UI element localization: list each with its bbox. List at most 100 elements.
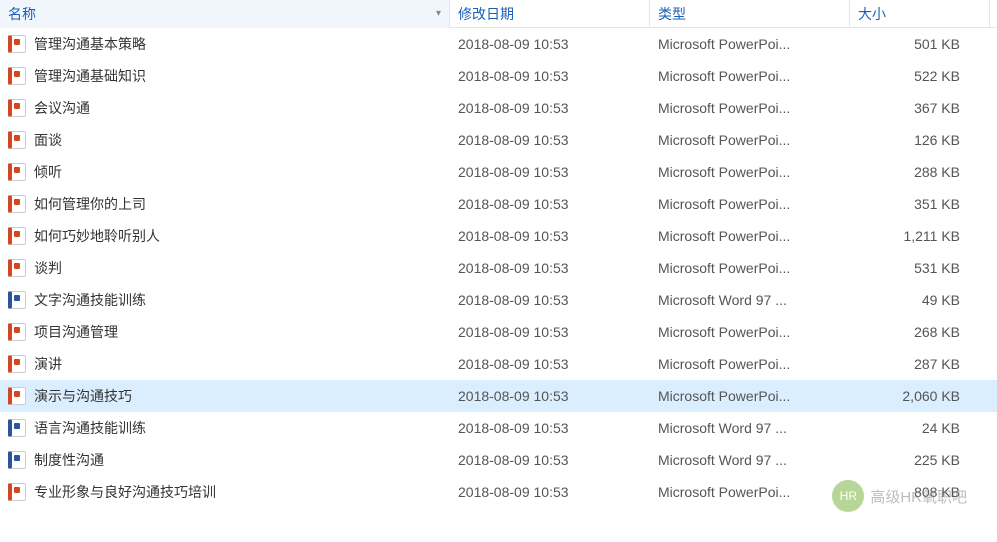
powerpoint-file-icon	[8, 163, 26, 181]
file-name-cell: 制度性沟通	[0, 450, 450, 470]
file-row[interactable]: 会议沟通2018-08-09 10:53Microsoft PowerPoi..…	[0, 92, 997, 124]
word-file-icon	[8, 419, 26, 437]
file-type-cell: Microsoft PowerPoi...	[650, 196, 850, 212]
file-type-cell: Microsoft PowerPoi...	[650, 260, 850, 276]
file-name-label: 如何巧妙地聆听别人	[34, 226, 160, 246]
powerpoint-file-icon	[8, 227, 26, 245]
file-row[interactable]: 谈判 2018-08-09 10:53Microsoft PowerPoi...5…	[0, 252, 997, 284]
powerpoint-file-icon	[8, 67, 26, 85]
file-name-cell: 管理沟通基础知识	[0, 66, 450, 86]
file-date-cell: 2018-08-09 10:53	[450, 388, 650, 404]
file-row[interactable]: 倾听2018-08-09 10:53Microsoft PowerPoi...2…	[0, 156, 997, 188]
column-header-row: 名称 ▾ 修改日期 类型 大小	[0, 0, 997, 28]
file-date-cell: 2018-08-09 10:53	[450, 452, 650, 468]
column-header-date[interactable]: 修改日期	[450, 0, 650, 28]
file-row[interactable]: 管理沟通基本策略 2018-08-09 10:53Microsoft PowerP…	[0, 28, 997, 60]
file-size-cell: 522 KB	[850, 68, 990, 84]
file-row[interactable]: 文字沟通技能训练2018-08-09 10:53Microsoft Word 9…	[0, 284, 997, 316]
column-header-size[interactable]: 大小	[850, 0, 990, 28]
file-size-cell: 287 KB	[850, 356, 990, 372]
file-name-label: 专业形象与良好沟通技巧培训	[34, 482, 216, 502]
file-row[interactable]: 演讲 2018-08-09 10:53Microsoft PowerPoi...2…	[0, 348, 997, 380]
file-row[interactable]: 项目沟通管理2018-08-09 10:53Microsoft PowerPoi…	[0, 316, 997, 348]
column-header-type[interactable]: 类型	[650, 0, 850, 28]
file-type-cell: Microsoft PowerPoi...	[650, 484, 850, 500]
file-row[interactable]: 演示与沟通技巧 2018-08-09 10:53Microsoft PowerPo…	[0, 380, 997, 412]
file-name-label: 如何管理你的上司	[34, 194, 146, 214]
file-size-cell: 501 KB	[850, 36, 990, 52]
file-type-cell: Microsoft PowerPoi...	[650, 164, 850, 180]
column-header-name[interactable]: 名称 ▾	[0, 0, 450, 28]
file-row[interactable]: 面谈2018-08-09 10:53Microsoft PowerPoi...1…	[0, 124, 997, 156]
powerpoint-file-icon	[8, 483, 26, 501]
file-name-label: 项目沟通管理	[34, 322, 118, 342]
file-size-cell: 2,060 KB	[850, 388, 990, 404]
file-size-cell: 1,211 KB	[850, 228, 990, 244]
powerpoint-file-icon	[8, 131, 26, 149]
file-name-label: 演讲	[34, 354, 62, 374]
file-name-cell: 管理沟通基本策略	[0, 34, 450, 54]
file-name-cell: 如何巧妙地聆听别人	[0, 226, 450, 246]
powerpoint-file-icon	[8, 355, 26, 373]
file-row[interactable]: 如何管理你的上司 2018-08-09 10:53Microsoft PowerP…	[0, 188, 997, 220]
file-size-cell: 808 KB	[850, 484, 990, 500]
file-size-cell: 49 KB	[850, 292, 990, 308]
file-date-cell: 2018-08-09 10:53	[450, 356, 650, 372]
file-name-label: 语言沟通技能训练	[34, 418, 146, 438]
file-name-label: 倾听	[34, 162, 62, 182]
file-date-cell: 2018-08-09 10:53	[450, 484, 650, 500]
file-row[interactable]: 语言沟通技能训练 2018-08-09 10:53Microsoft Word 9…	[0, 412, 997, 444]
file-date-cell: 2018-08-09 10:53	[450, 420, 650, 436]
file-type-cell: Microsoft PowerPoi...	[650, 356, 850, 372]
file-size-cell: 24 KB	[850, 420, 990, 436]
file-name-cell: 如何管理你的上司	[0, 194, 450, 214]
file-name-cell: 演讲	[0, 354, 450, 374]
file-type-cell: Microsoft PowerPoi...	[650, 388, 850, 404]
file-name-label: 演示与沟通技巧	[34, 386, 132, 406]
file-name-label: 谈判	[34, 258, 62, 278]
file-name-cell: 演示与沟通技巧	[0, 386, 450, 406]
column-header-name-label: 名称	[8, 4, 36, 24]
file-date-cell: 2018-08-09 10:53	[450, 196, 650, 212]
file-type-cell: Microsoft PowerPoi...	[650, 100, 850, 116]
file-name-cell: 专业形象与良好沟通技巧培训	[0, 482, 450, 502]
file-row[interactable]: 如何巧妙地聆听别人2018-08-09 10:53Microsoft Power…	[0, 220, 997, 252]
powerpoint-file-icon	[8, 99, 26, 117]
file-size-cell: 367 KB	[850, 100, 990, 116]
file-type-cell: Microsoft Word 97 ...	[650, 452, 850, 468]
column-header-date-label: 修改日期	[458, 4, 514, 24]
column-header-type-label: 类型	[658, 4, 686, 24]
file-name-cell: 语言沟通技能训练	[0, 418, 450, 438]
file-row[interactable]: 专业形象与良好沟通技巧培训 2018-08-09 10:53Microsoft P…	[0, 476, 997, 508]
file-name-cell: 会议沟通	[0, 98, 450, 118]
file-name-label: 管理沟通基本策略	[34, 34, 146, 54]
file-list: 管理沟通基本策略2018-08-09 10:53Microsoft PowerP…	[0, 28, 997, 508]
powerpoint-file-icon	[8, 387, 26, 405]
word-file-icon	[8, 291, 26, 309]
file-name-label: 文字沟通技能训练	[34, 290, 146, 310]
file-size-cell: 288 KB	[850, 164, 990, 180]
file-name-cell: 面谈	[0, 130, 450, 150]
file-size-cell: 531 KB	[850, 260, 990, 276]
file-date-cell: 2018-08-09 10:53	[450, 228, 650, 244]
powerpoint-file-icon	[8, 35, 26, 53]
file-date-cell: 2018-08-09 10:53	[450, 36, 650, 52]
sort-indicator-icon: ▾	[436, 8, 441, 19]
file-row[interactable]: 管理沟通基础知识2018-08-09 10:53Microsoft PowerP…	[0, 60, 997, 92]
file-size-cell: 126 KB	[850, 132, 990, 148]
file-type-cell: Microsoft Word 97 ...	[650, 420, 850, 436]
file-name-label: 管理沟通基础知识	[34, 66, 146, 86]
file-size-cell: 225 KB	[850, 452, 990, 468]
file-name-label: 会议沟通	[34, 98, 90, 118]
word-file-icon	[8, 451, 26, 469]
file-date-cell: 2018-08-09 10:53	[450, 260, 650, 276]
file-name-cell: 谈判	[0, 258, 450, 278]
file-row[interactable]: 制度性沟通 2018-08-09 10:53Microsoft Word 97 .…	[0, 444, 997, 476]
powerpoint-file-icon	[8, 195, 26, 213]
file-name-cell: 文字沟通技能训练	[0, 290, 450, 310]
file-name-label: 制度性沟通	[34, 450, 104, 470]
file-type-cell: Microsoft PowerPoi...	[650, 36, 850, 52]
file-date-cell: 2018-08-09 10:53	[450, 292, 650, 308]
column-header-size-label: 大小	[858, 4, 886, 24]
file-date-cell: 2018-08-09 10:53	[450, 132, 650, 148]
